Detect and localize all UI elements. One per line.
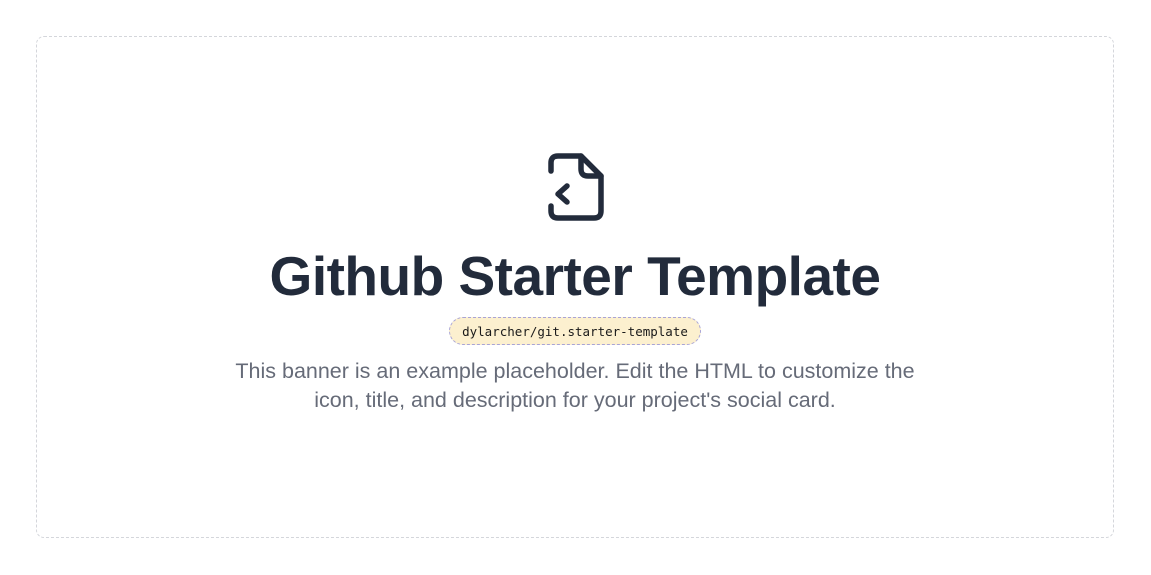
file-with-chevron-icon [545,153,605,223]
social-card: Github Starter Template dylarcher/git.st… [36,36,1114,538]
repo-badge: dylarcher/git.starter-template [449,317,701,345]
banner-title: Github Starter Template [269,245,881,307]
banner-description: This banner is an example placeholder. E… [235,359,915,412]
